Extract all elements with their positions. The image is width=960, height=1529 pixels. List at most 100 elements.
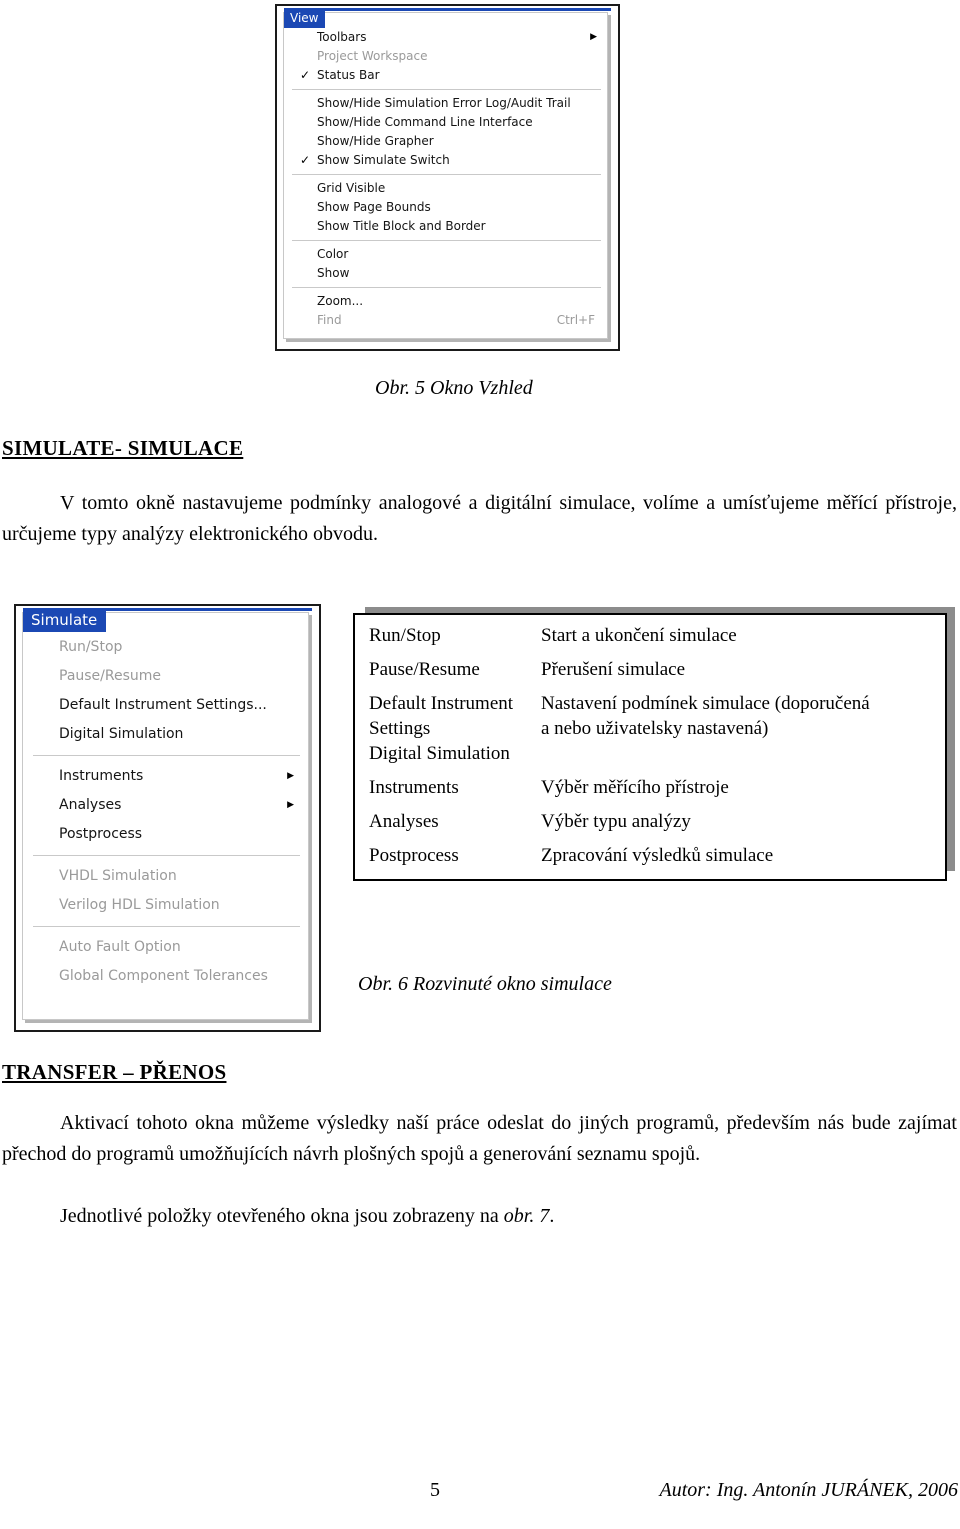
menu-item-color[interactable]: Color (284, 245, 607, 264)
page-heading-simulate: SIMULATE- SIMULACE (2, 436, 244, 460)
menu-item-verilog-hdl-simulation: Verilog HDL Simulation (23, 891, 308, 920)
menu-separator (292, 89, 601, 90)
table-cell-description: Výběr typu analýzy (541, 811, 691, 832)
table-cell-description: Výběr měřícího přístroje (541, 777, 729, 798)
table-row: Instruments Výběr měřícího přístroje (369, 775, 937, 800)
menu-item-analyses[interactable]: Analyses ▶ (23, 791, 308, 820)
menu-item-zoom[interactable]: Zoom... (284, 292, 607, 311)
footer-page-number: 5 (430, 1479, 440, 1501)
menu-item-label: Global Component Tolerances (59, 968, 268, 984)
table-row: Run/Stop Start a ukončení simulace (369, 623, 937, 648)
menu-item-label: Project Workspace (317, 49, 428, 63)
menu-item-label: Status Bar (317, 68, 380, 82)
table-row: Default Instrument Settings Digital Simu… (369, 691, 937, 766)
view-menu-screenshot: View Toolbars ▶ Project Workspace ✓ Stat… (275, 4, 620, 351)
menu-item-postprocess[interactable]: Postprocess (23, 820, 308, 849)
submenu-arrow-icon: ▶ (287, 800, 294, 810)
checkmark-icon: ✓ (300, 68, 311, 82)
menu-item-label: Grid Visible (317, 181, 386, 195)
menu-item-label: Toolbars (317, 30, 367, 44)
paragraph-transfer-reference: Jednotlivé položky otevřeného okna jsou … (2, 1201, 957, 1232)
menu-item-label: VHDL Simulation (59, 868, 177, 884)
paragraph-text-after: . (549, 1205, 555, 1227)
menu-item-find: Find Ctrl+F (284, 311, 607, 330)
menu-item-show-hide-error-log[interactable]: Show/Hide Simulation Error Log/Audit Tra… (284, 94, 607, 113)
figure-reference-italic: obr. 7 (503, 1205, 550, 1227)
menu-item-label: Analyses (59, 797, 122, 813)
simulate-menu-list: Run/Stop Pause/Resume Default Instrument… (23, 633, 308, 991)
menu-item-label: Show (317, 266, 350, 280)
menu-item-label: Instruments (59, 768, 144, 784)
table-cell-term: Default Instrument Settings Digital Simu… (369, 693, 514, 764)
menu-item-label: Find (317, 313, 342, 327)
menu-separator (292, 240, 601, 241)
view-menu-title[interactable]: View (284, 9, 326, 28)
menu-item-show[interactable]: Show (284, 264, 607, 283)
table-row: Pause/Resume Přerušení simulace (369, 657, 937, 682)
submenu-arrow-icon: ▶ (287, 771, 294, 781)
table-cell-description: Start a ukončení simulace (541, 625, 737, 646)
simulate-menu-screenshot: Simulate Run/Stop Pause/Resume Default I… (14, 604, 321, 1032)
submenu-arrow-icon: ▶ (590, 32, 597, 42)
menu-item-label: Show Title Block and Border (317, 219, 486, 233)
menu-item-run-stop: Run/Stop (23, 633, 308, 662)
table-cell-description: Přerušení simulace (541, 659, 686, 680)
view-menu-panel: View Toolbars ▶ Project Workspace ✓ Stat… (283, 8, 611, 339)
checkmark-icon: ✓ (300, 153, 311, 167)
table-cell-term: Postprocess (369, 845, 459, 866)
menu-separator (33, 855, 300, 856)
table-cell-term: Pause/Resume (369, 659, 480, 680)
menu-item-label: Postprocess (59, 826, 143, 842)
menu-item-label: Show/Hide Grapher (317, 134, 434, 148)
menu-item-grid-visible[interactable]: Grid Visible (284, 179, 607, 198)
menu-item-show-page-bounds[interactable]: Show Page Bounds (284, 198, 607, 217)
menu-item-default-instrument-settings[interactable]: Default Instrument Settings... (23, 691, 308, 720)
menu-item-show-simulate-switch[interactable]: ✓ Show Simulate Switch (284, 151, 607, 170)
menu-separator (292, 174, 601, 175)
table-row: Analyses Výběr typu analýzy (369, 809, 937, 834)
menu-item-label: Run/Stop (59, 639, 123, 655)
menu-item-label: Show/Hide Command Line Interface (317, 115, 533, 129)
menu-item-digital-simulation[interactable]: Digital Simulation (23, 720, 308, 749)
menu-item-label: Default Instrument Settings... (59, 697, 267, 713)
page-heading-transfer: TRANSFER – PŘENOS (2, 1060, 227, 1084)
menu-item-toolbars[interactable]: Toolbars ▶ (284, 28, 607, 47)
table-body: Run/Stop Start a ukončení simulace Pause… (369, 623, 937, 877)
menu-item-instruments[interactable]: Instruments ▶ (23, 762, 308, 791)
menu-separator (33, 926, 300, 927)
paragraph-simulate: V tomto okně nastavujeme podmínky analog… (2, 492, 957, 545)
menu-item-auto-fault-option: Auto Fault Option (23, 933, 308, 962)
menu-item-label: Color (317, 247, 349, 261)
menu-item-show-hide-command-line[interactable]: Show/Hide Command Line Interface (284, 113, 607, 132)
menu-item-status-bar[interactable]: ✓ Status Bar (284, 66, 607, 85)
figure-6-caption: Obr. 6 Rozvinuté okno simulace (358, 973, 612, 995)
menu-item-global-component-tolerances: Global Component Tolerances (23, 962, 308, 991)
menu-item-label: Verilog HDL Simulation (59, 897, 220, 913)
menu-item-label: Auto Fault Option (59, 939, 181, 955)
menu-item-vhdl-simulation: VHDL Simulation (23, 862, 308, 891)
table-row: Postprocess Zpracování výsledků simulace (369, 843, 937, 868)
menu-item-label: Digital Simulation (59, 726, 184, 742)
menu-top-accent-line (284, 8, 611, 11)
table-cell-description: Nastavení podmínek simulace (doporučená … (541, 693, 870, 739)
menu-item-project-workspace: Project Workspace (284, 47, 607, 66)
menu-separator (33, 755, 300, 756)
simulate-menu-title[interactable]: Simulate (23, 609, 107, 632)
menu-item-pause-resume: Pause/Resume (23, 662, 308, 691)
footer-author: Autor: Ing. Antonín JURÁNEK, 2006 (659, 1479, 959, 1501)
menu-item-label: Pause/Resume (59, 668, 162, 684)
paragraph-text-before: Jednotlivé položky otevřeného okna jsou … (60, 1205, 504, 1227)
view-menu-list: Toolbars ▶ Project Workspace ✓ Status Ba… (284, 28, 607, 330)
menu-item-label: Show/Hide Simulation Error Log/Audit Tra… (317, 96, 571, 110)
table-cell-term: Analyses (369, 811, 439, 832)
menu-item-show-hide-grapher[interactable]: Show/Hide Grapher (284, 132, 607, 151)
menu-separator (292, 287, 601, 288)
table-cell-description: Zpracování výsledků simulace (541, 845, 774, 866)
table-cell-term: Run/Stop (369, 625, 441, 646)
menu-item-show-title-block-and-border[interactable]: Show Title Block and Border (284, 217, 607, 236)
menu-item-label: Show Page Bounds (317, 200, 431, 214)
table-cell-term: Instruments (369, 777, 459, 798)
menu-item-label: Zoom... (317, 294, 364, 308)
simulate-commands-table: Run/Stop Start a ukončení simulace Pause… (353, 613, 947, 881)
figure-5-caption: Obr. 5 Okno Vzhled (375, 377, 533, 399)
